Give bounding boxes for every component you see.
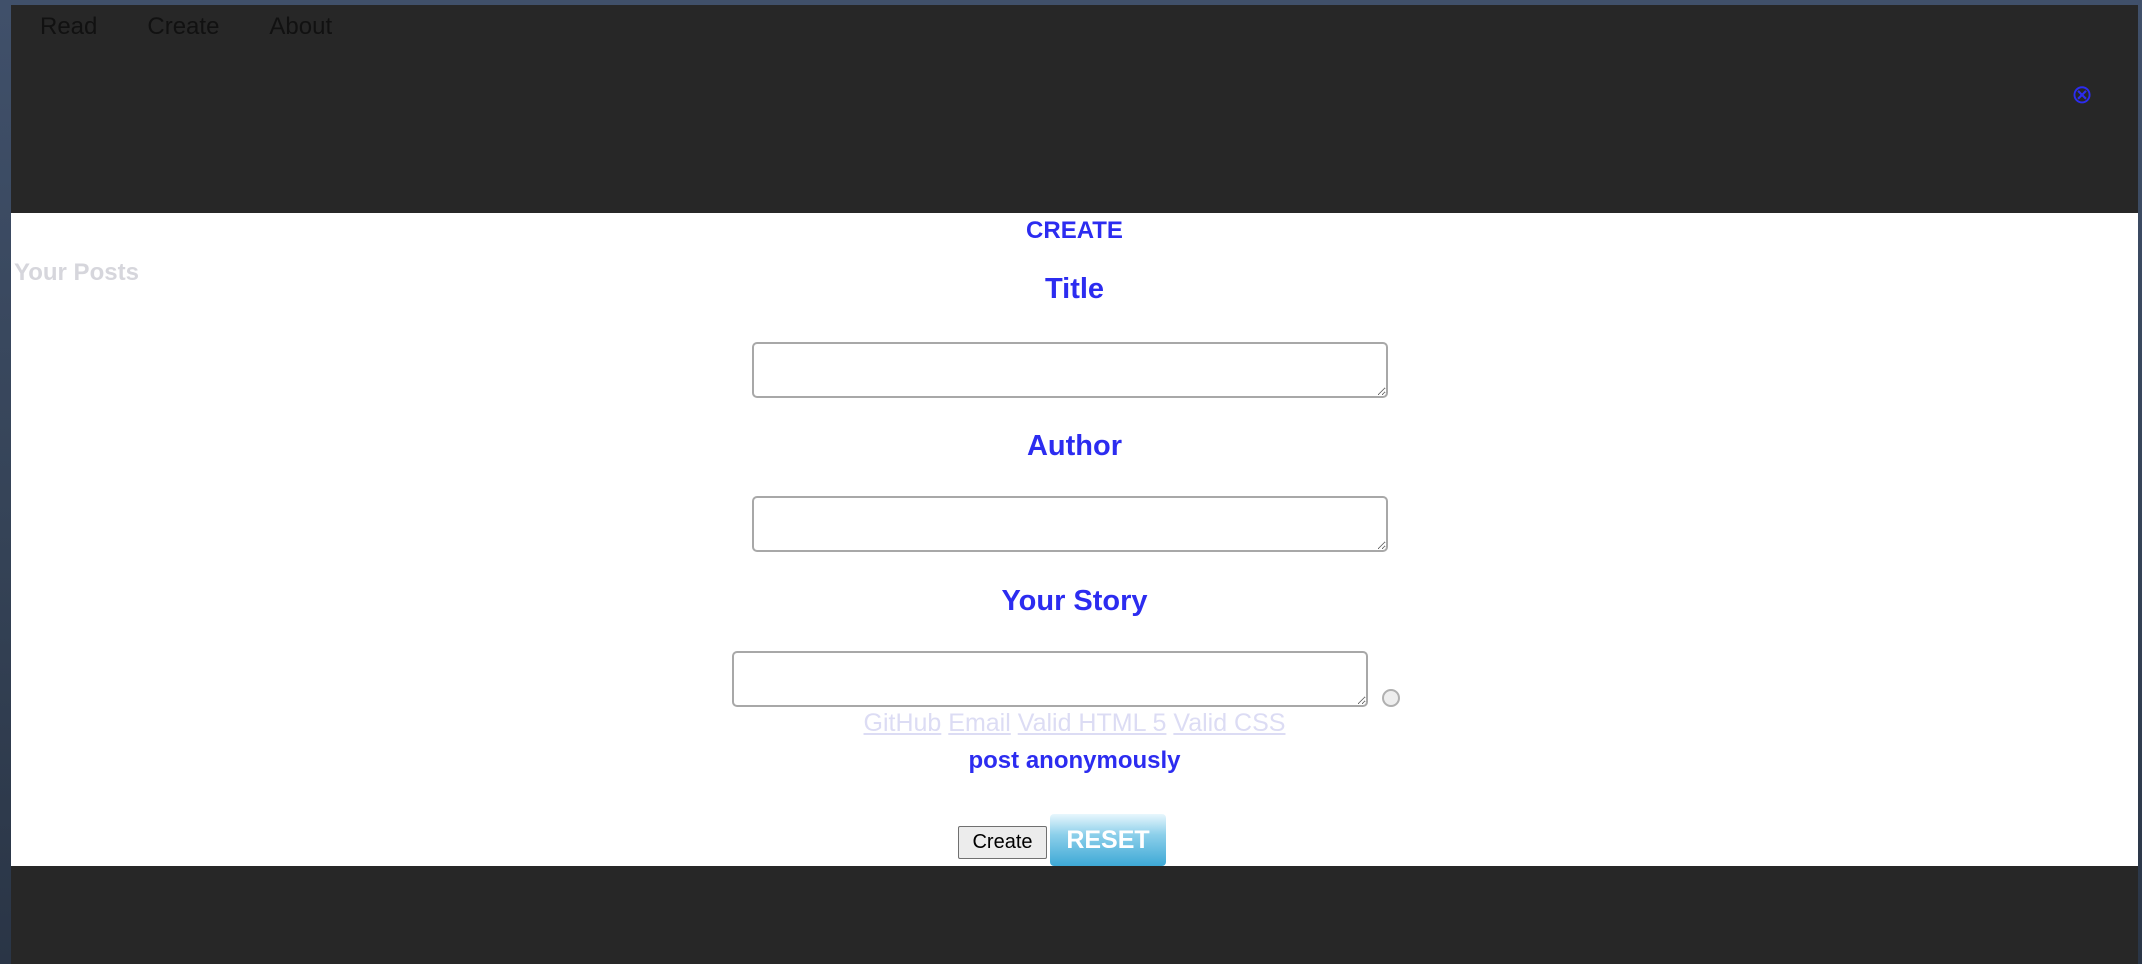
nav-link-read[interactable]: Read: [40, 13, 97, 41]
footer-link-valid-css[interactable]: Valid CSS: [1173, 709, 1285, 737]
top-nav: Read Create About: [11, 5, 353, 49]
footer-links: GitHub Email Valid HTML 5 Valid CSS: [11, 709, 2138, 738]
story-input[interactable]: [732, 651, 1368, 707]
nav-link-about[interactable]: About: [269, 13, 332, 41]
footer-link-github[interactable]: GitHub: [864, 709, 942, 737]
story-label: Your Story: [1001, 585, 1148, 617]
page: Read Create About ⊗ Your Posts CREATE Ti…: [11, 5, 2138, 964]
anonymous-radio[interactable]: [1382, 689, 1400, 707]
create-heading: CREATE: [1026, 217, 1123, 244]
close-icon[interactable]: ⊗: [2070, 81, 2094, 107]
footer-link-valid-html5[interactable]: Valid HTML 5: [1018, 709, 1167, 737]
anonymous-label: post anonymously: [968, 747, 1181, 774]
reset-button[interactable]: RESET: [1050, 814, 1166, 866]
title-label: Title: [1044, 273, 1105, 305]
footer-link-email[interactable]: Email: [948, 709, 1011, 737]
author-input[interactable]: [752, 496, 1388, 552]
create-panel: Your Posts CREATE Title Author Your Stor…: [11, 213, 2138, 866]
author-label: Author: [1026, 430, 1123, 462]
title-input[interactable]: [752, 342, 1388, 398]
nav-link-create[interactable]: Create: [147, 13, 219, 41]
create-button[interactable]: Create: [958, 826, 1047, 859]
